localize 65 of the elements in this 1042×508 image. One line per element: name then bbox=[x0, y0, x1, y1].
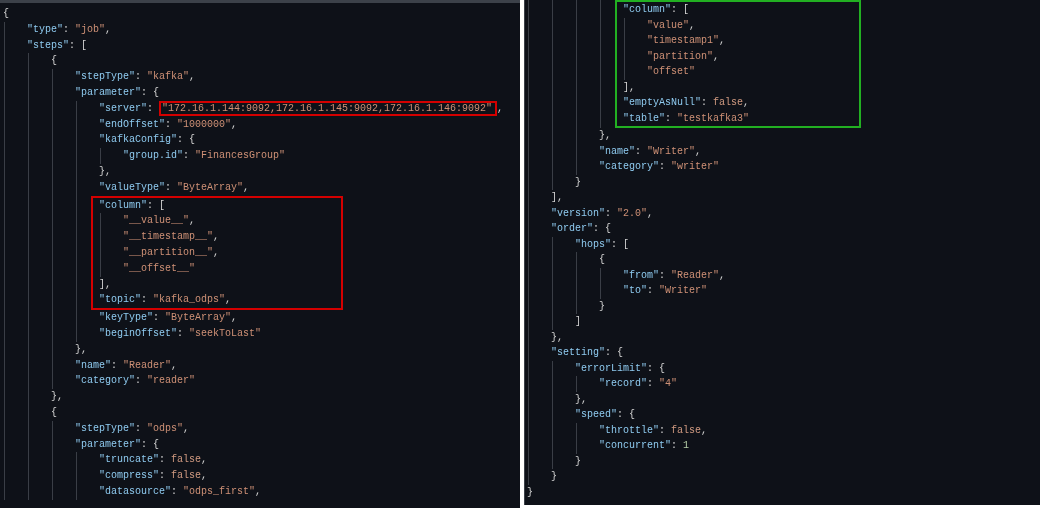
code-line: "__offset__" bbox=[123, 261, 195, 276]
code-line: "emptyAsNull": false, bbox=[623, 96, 750, 110]
code-line: }, bbox=[51, 390, 63, 405]
code-line: "offset" bbox=[647, 65, 695, 79]
code-line: "datasource": "odps_first", bbox=[99, 484, 262, 499]
code-line: "steps": [ bbox=[27, 38, 88, 53]
code-line: ], bbox=[551, 191, 563, 205]
code-line: "column": [ bbox=[623, 3, 690, 17]
code-line: { bbox=[599, 253, 605, 267]
code-line: "__value__", bbox=[123, 214, 196, 229]
code-line: "topic": "kafka_odps", bbox=[99, 293, 232, 308]
code-line: } bbox=[575, 454, 581, 469]
code-line: "truncate": false, bbox=[99, 453, 208, 468]
code-line: "table": "testkafka3" bbox=[623, 111, 750, 126]
code-line: "type": "job", bbox=[27, 22, 112, 37]
code-line: } bbox=[575, 175, 581, 190]
code-line: }, bbox=[75, 342, 87, 357]
code-line: { bbox=[51, 405, 57, 420]
code-line: "__partition__", bbox=[123, 245, 220, 260]
code-text: "server": bbox=[99, 102, 155, 114]
code-line: "timestamp1", bbox=[647, 34, 726, 48]
code-line: "from": "Reader", bbox=[623, 268, 726, 283]
code-line: "version": "2.0", bbox=[551, 206, 654, 221]
code-line: "compress": false, bbox=[99, 469, 208, 484]
code-line: } bbox=[599, 299, 605, 314]
highlight-box: "172.16.1.144:9092,172.16.1.145:9092,172.16.1.146:9092" bbox=[159, 100, 498, 116]
code-line: "__timestamp__", bbox=[123, 230, 220, 245]
code-line: ], bbox=[99, 277, 111, 292]
code-line: } bbox=[527, 485, 533, 500]
code-line: "speed": { bbox=[575, 408, 636, 422]
code-line: "value", bbox=[647, 18, 696, 33]
code-line: { bbox=[51, 54, 57, 69]
code-line: "name": "Writer", bbox=[599, 144, 702, 159]
code-line: "stepType": "kafka", bbox=[75, 70, 196, 85]
code-line: }, bbox=[575, 392, 587, 407]
code-line: ] bbox=[575, 315, 581, 329]
code-line: }, bbox=[599, 129, 611, 143]
code-line: }, bbox=[551, 330, 563, 345]
code-line: "parameter": { bbox=[75, 437, 160, 452]
code-line: "beginOffset": "seekToLast" bbox=[99, 326, 262, 341]
code-line: "hops": [ bbox=[575, 237, 630, 252]
code-line: "record": "4" bbox=[599, 377, 678, 391]
code-line: "column": [ bbox=[99, 198, 166, 213]
code-line: "order": { bbox=[551, 222, 612, 236]
code-line: }, bbox=[99, 164, 111, 179]
code-line: "category": "reader" bbox=[75, 374, 196, 389]
code-line: "errorLimit": { bbox=[575, 361, 666, 376]
code-line: "partition", bbox=[647, 49, 720, 64]
code-text: , bbox=[497, 102, 504, 114]
code-line: "endOffset": "1000000", bbox=[99, 117, 238, 132]
code-line: "concurrent": 1 bbox=[599, 439, 690, 453]
code-line: } bbox=[551, 470, 557, 484]
code-line: "valueType": "ByteArray", bbox=[99, 180, 250, 195]
code-line: "category": "writer" bbox=[599, 160, 720, 174]
code-line: "throttle": false, bbox=[599, 423, 708, 438]
code-line: { bbox=[3, 7, 9, 21]
code-line: "to": "Writer" bbox=[623, 284, 708, 298]
code-line: "stepType": "odps", bbox=[75, 421, 190, 436]
code-line: "setting": { bbox=[551, 346, 624, 360]
code-line: "parameter": { bbox=[75, 86, 160, 100]
code-line: "name": "Reader", bbox=[75, 358, 178, 373]
code-line: ], bbox=[623, 80, 635, 95]
code-line: "keyType": "ByteArray", bbox=[99, 311, 238, 326]
code-line: "kafkaConfig": { bbox=[99, 133, 196, 148]
code-line: "group.id": "FinancesGroup" bbox=[123, 149, 286, 164]
